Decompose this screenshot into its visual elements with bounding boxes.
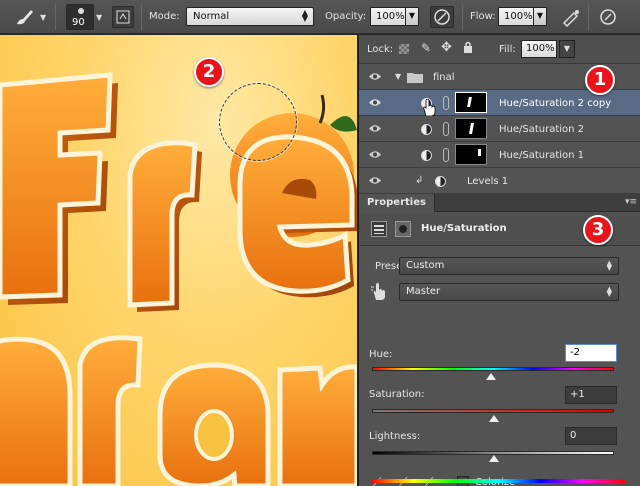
adjustment-icon[interactable] [435,176,446,187]
bottom-letters-glyphs [0,335,357,486]
layer-name: Hue/Saturation 2 copy [499,98,612,109]
targeted-adjustment-hand-icon[interactable] [371,283,387,304]
orange-text-artwork [0,72,357,486]
document-canvas[interactable]: 2 [0,35,357,486]
panel-menu-icon[interactable]: ▾≡ [625,197,637,207]
options-bar: ▼ 90 ▼ Mode: Normal ▲ ▼ Opacity: 100% ▼ F… [0,0,640,34]
mask-link-icon[interactable] [443,122,449,136]
brush-preset-dropdown[interactable]: ▼ [96,13,102,22]
lock-all-icon[interactable] [463,41,473,56]
fill-dropdown[interactable]: ▼ [559,40,575,58]
mask-link-icon[interactable] [443,148,449,162]
layer-name: Hue/Saturation 2 [499,124,585,135]
visibility-eye-icon[interactable] [368,176,382,185]
opacity-input[interactable]: 100% [370,7,406,26]
layer-row-levels-1[interactable]: ↲ Levels 1 [359,168,640,194]
annotation-badge-2: 2 [194,57,224,87]
adjustment-mode-icon[interactable] [371,221,387,237]
layer-name: Levels 1 [467,176,509,187]
tool-preset-dropdown[interactable]: ▼ [40,13,46,22]
layer-row-hue-saturation-1[interactable]: Hue/Saturation 1 [359,142,640,168]
properties-tab-bar: Properties ▾≡ [359,194,640,212]
adjustment-icon[interactable] [421,150,432,161]
lightness-label: Lightness: [369,431,421,442]
visibility-eye-icon[interactable] [368,72,382,81]
color-range-spectrum [371,479,625,483]
channel-value: Master [406,286,441,297]
properties-title: Hue/Saturation [421,223,507,234]
lock-position-icon[interactable]: ✥ [441,40,452,55]
layer-mask-thumbnail[interactable] [455,92,487,113]
mask-mode-icon[interactable] [395,221,411,237]
pressure-opacity-icon [434,9,450,25]
pressure-size-icon[interactable] [597,7,619,27]
lock-pixels-icon[interactable]: ✎ [421,41,431,55]
layer-row-hue-saturation-2[interactable]: Hue/Saturation 2 [359,116,640,142]
hue-input[interactable]: -2 [565,344,617,362]
hue-slider-thumb[interactable] [486,373,496,380]
lock-row: Lock: ✎ ✥ Fill: 100% ▼ [359,35,640,64]
saturation-slider-track[interactable] [372,409,614,413]
brush-tip-icon [78,8,84,14]
folder-icon [407,73,423,83]
lightness-slider-thumb[interactable] [489,455,499,462]
blend-mode-select[interactable]: Normal ▲ ▼ [186,7,314,26]
select-arrows-icon: ▲ ▼ [301,8,308,23]
flow-dropdown[interactable]: ▼ [533,7,547,26]
clipping-arrow-icon: ↲ [415,175,424,186]
preset-value: Custom [406,260,445,271]
properties-header: Hue/Saturation 3 [359,213,640,246]
hue-slider-track[interactable] [372,367,614,371]
flow-input[interactable]: 100% [498,7,534,26]
saturation-label: Saturation: [369,389,425,400]
brush-cursor-circle [219,83,297,161]
annotation-badge-1: 1 [585,65,615,95]
visibility-eye-icon[interactable] [368,98,382,107]
annotation-badge-3: 3 [583,215,613,245]
letter-f-glyph [0,72,118,305]
brush-panel-icon [116,10,130,24]
brush-tool-icon[interactable] [14,7,36,27]
mode-label: Mode: [149,11,180,22]
visibility-eye-icon[interactable] [368,124,382,133]
tab-properties[interactable]: Properties [359,194,435,212]
opacity-dropdown[interactable]: ▼ [405,7,419,26]
properties-body: Preset: Custom ▲ ▼ Master ▲ ▼ Hue: -2 Satu… [359,247,640,486]
layer-mask-thumbnail[interactable] [455,118,487,139]
letter-r-glyph [127,140,202,312]
visibility-eye-icon[interactable] [368,150,382,159]
channel-select[interactable]: Master ▲ ▼ [399,283,619,301]
brush-preset-picker[interactable]: 90 [66,4,94,30]
group-expand-icon[interactable]: ▼ [395,72,401,81]
layer-name: Hue/Saturation 1 [499,150,585,161]
fill-input[interactable]: 100% [521,40,557,58]
lock-transparent-icon[interactable] [399,44,409,54]
preset-select[interactable]: Custom ▲ ▼ [399,257,619,275]
lightness-input[interactable]: 0 [565,427,617,445]
mask-link-icon[interactable] [443,96,449,110]
hand-cursor-icon [423,99,436,117]
saturation-input[interactable]: +1 [565,386,617,404]
brush-size-value: 90 [72,17,85,28]
select-arrows-icon: ▲ ▼ [606,259,612,272]
airbrush-icon[interactable] [560,7,582,28]
pressure-opacity-button[interactable] [430,6,454,28]
right-panel: Lock: ✎ ✥ Fill: 100% ▼ ▼ final Hue/Satur… [358,35,640,486]
layer-mask-thumbnail[interactable] [455,144,487,165]
lock-label: Lock: [367,44,394,55]
select-arrows-icon: ▲ ▼ [606,285,612,298]
hue-label: Hue: [369,349,393,360]
adjustment-icon[interactable] [421,124,432,135]
brush-panel-toggle[interactable] [112,6,134,28]
saturation-slider-thumb[interactable] [489,415,499,422]
blend-mode-value: Normal [193,11,230,22]
flow-label: Flow: [470,11,496,22]
layer-name: final [433,72,455,83]
opacity-label: Opacity: [325,11,367,22]
fill-label: Fill: [499,44,516,55]
